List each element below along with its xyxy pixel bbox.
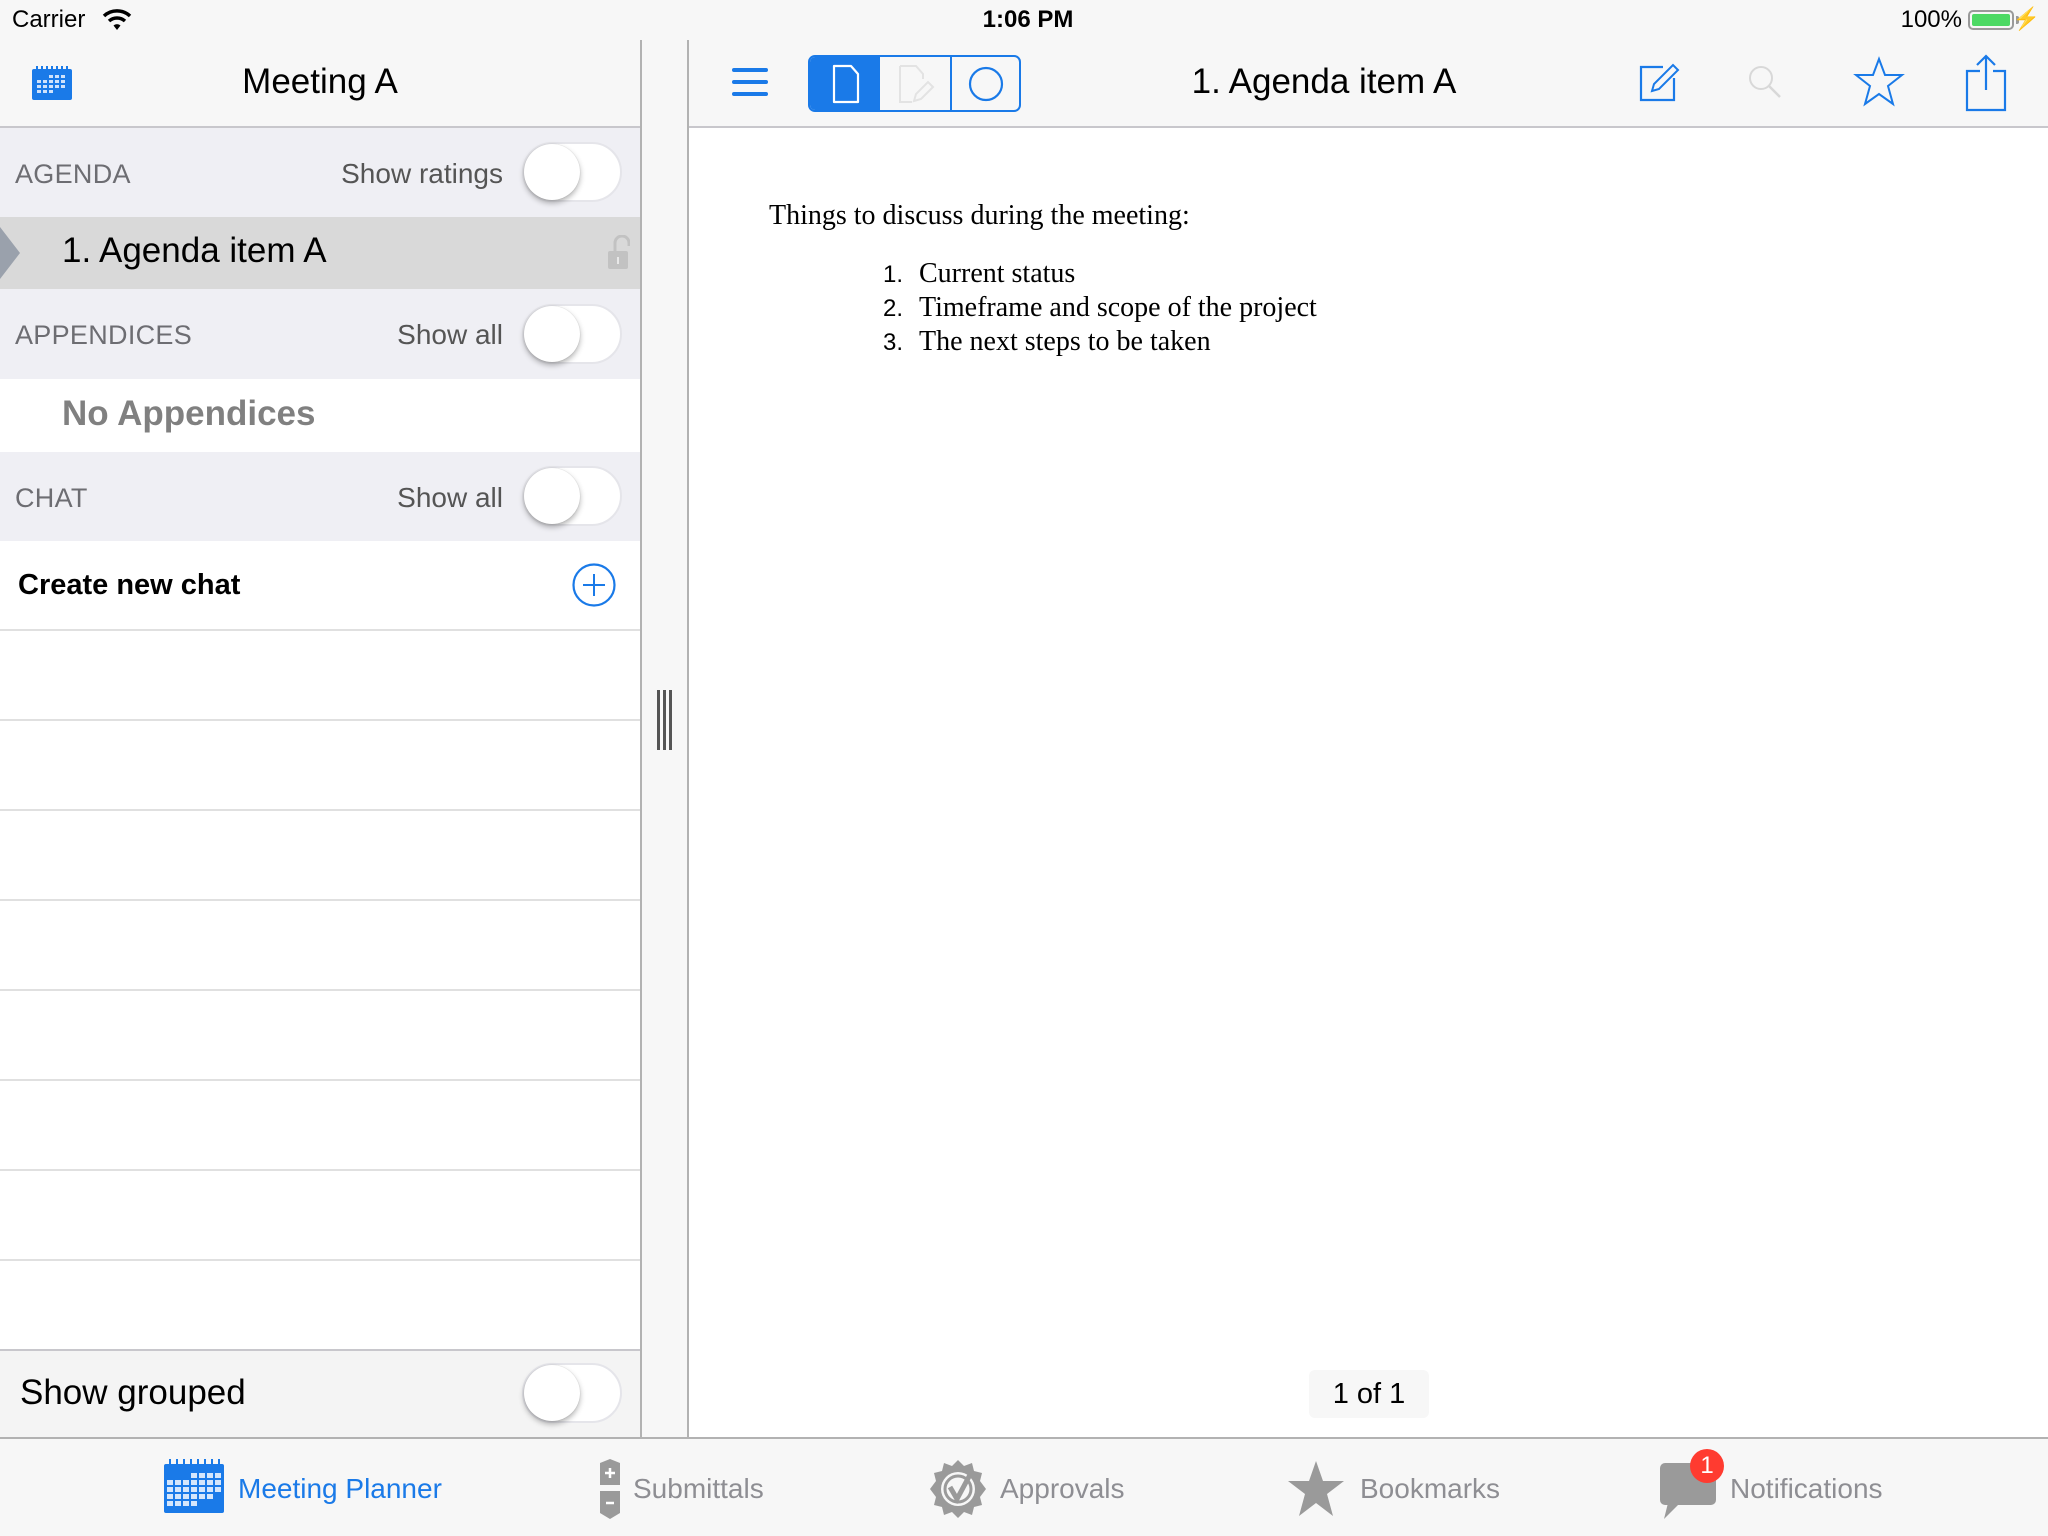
- create-new-chat-row[interactable]: Create new chat: [0, 541, 640, 631]
- appendices-show-all-label: Show all: [397, 319, 503, 350]
- tab-label: Submittals: [633, 1473, 764, 1504]
- tab-approvals[interactable]: Approvals: [928, 1459, 1128, 1519]
- empty-list-row: [0, 631, 640, 721]
- document-list-item: 2. Timeframe and scope of the project: [883, 292, 1317, 324]
- list-text: Timeframe and scope of the project: [919, 292, 1317, 323]
- document-list-item: 1. Current status: [883, 258, 1075, 290]
- sidebar-header: Meeting A: [0, 40, 640, 128]
- agenda-item-label: 1. Agenda item A: [62, 231, 327, 270]
- list-number: 2.: [883, 295, 904, 322]
- document-intro-text: Things to discuss during the meeting:: [769, 200, 1190, 231]
- show-grouped-label: Show grouped: [20, 1373, 246, 1412]
- chat-section-label: CHAT: [15, 483, 88, 513]
- star-icon: [1288, 1461, 1344, 1516]
- empty-list-row: [0, 1081, 640, 1171]
- empty-list-row: [0, 811, 640, 901]
- show-ratings-label: Show ratings: [341, 158, 503, 189]
- add-chat-plus-icon[interactable]: [572, 563, 616, 607]
- empty-list-row: [0, 901, 640, 991]
- toggle-knob: [524, 1365, 580, 1421]
- search-icon[interactable]: [1747, 64, 1783, 100]
- clock: 1:06 PM: [982, 6, 1074, 33]
- submittals-icon: [600, 1459, 620, 1519]
- agenda-section-header: AGENDA Show ratings: [0, 128, 640, 217]
- appendices-section-header: APPENDICES Show all: [0, 289, 640, 379]
- agenda-section-label: AGENDA: [15, 159, 131, 189]
- create-new-chat-label: Create new chat: [18, 569, 241, 601]
- battery-icon: [1968, 10, 2014, 30]
- star-icon[interactable]: [1853, 56, 1905, 108]
- battery-percent: 100%: [1900, 6, 1962, 33]
- document-toolbar: 1. Agenda item A: [689, 40, 2048, 128]
- battery-level: [1972, 14, 2010, 26]
- chat-section-header: CHAT Show all: [0, 452, 640, 541]
- list-number: 3.: [883, 329, 904, 356]
- show-ratings-toggle[interactable]: [522, 142, 622, 202]
- edit-icon[interactable]: [1639, 60, 1681, 102]
- tab-submittals[interactable]: Submittals: [598, 1459, 778, 1519]
- tab-meeting-planner[interactable]: Meeting Planner: [164, 1459, 454, 1519]
- appendices-section-label: APPENDICES: [15, 320, 193, 350]
- chat-show-all-toggle[interactable]: [522, 466, 622, 526]
- tab-label: Notifications: [1730, 1473, 1883, 1504]
- meeting-title: Meeting A: [242, 62, 398, 101]
- list-text: The next steps to be taken: [919, 326, 1211, 357]
- page-indicator: 1 of 1: [1309, 1370, 1429, 1418]
- tab-label: Approvals: [1000, 1473, 1125, 1504]
- tab-label: Meeting Planner: [238, 1473, 442, 1504]
- tab-bookmarks[interactable]: Bookmarks: [1286, 1459, 1506, 1519]
- split-view-divider[interactable]: [640, 40, 689, 1437]
- appendices-show-all-toggle[interactable]: [522, 304, 622, 364]
- toggle-knob: [524, 306, 580, 362]
- charging-bolt-icon: ⚡: [2012, 6, 2040, 31]
- no-appendices-text: No Appendices: [62, 394, 316, 433]
- document-viewer: 1. Agenda item A Things to discuss durin…: [689, 40, 2048, 1437]
- selection-arrow-icon: [0, 227, 20, 279]
- approval-badge-icon: [930, 1460, 986, 1518]
- document-list-item: 3. The next steps to be taken: [883, 326, 1211, 358]
- notification-badge: 1: [1690, 1449, 1724, 1483]
- share-icon[interactable]: [1965, 54, 2009, 112]
- unlock-icon: [608, 235, 630, 269]
- empty-list-row: [0, 721, 640, 811]
- empty-list-row: [0, 991, 640, 1081]
- list-text: Current status: [919, 258, 1076, 289]
- show-grouped-row: Show grouped: [0, 1349, 640, 1437]
- status-bar: Carrier 1:06 PM 100% ⚡: [0, 0, 2048, 40]
- tab-bar: Meeting Planner Submittals Approvals Boo…: [0, 1437, 2048, 1536]
- empty-list-row: [0, 1261, 640, 1349]
- drag-handle-icon[interactable]: [657, 690, 673, 750]
- tab-label: Bookmarks: [1360, 1473, 1501, 1504]
- list-number: 1.: [883, 261, 904, 288]
- show-grouped-toggle[interactable]: [522, 1363, 622, 1423]
- toggle-knob: [524, 468, 580, 524]
- chat-show-all-label: Show all: [397, 482, 503, 513]
- calendar-icon: [164, 1459, 224, 1513]
- toggle-knob: [524, 144, 580, 200]
- meeting-sidebar: Meeting A AGENDA Show ratings 1. Agenda …: [0, 40, 640, 1437]
- empty-list-row: [0, 1171, 640, 1261]
- agenda-list-item[interactable]: 1. Agenda item A: [0, 217, 640, 289]
